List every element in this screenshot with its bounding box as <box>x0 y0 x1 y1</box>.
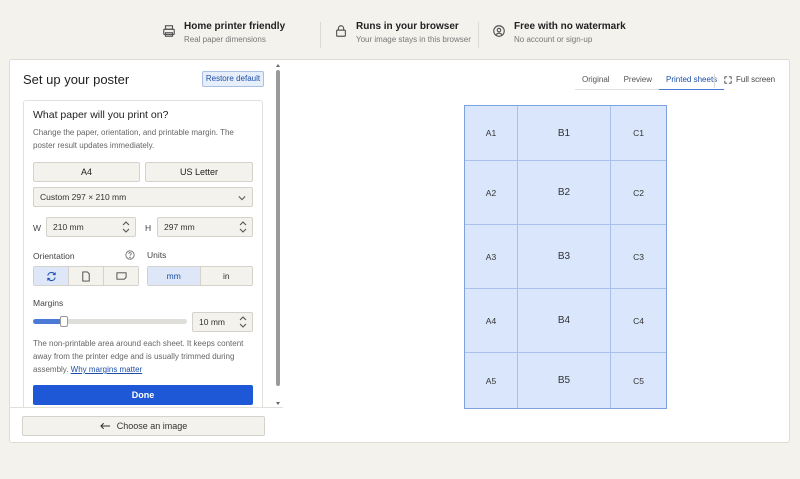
sheet-c1: C1 <box>611 106 666 161</box>
orientation-landscape-button[interactable] <box>104 267 138 285</box>
why-margins-link[interactable]: Why margins matter <box>71 365 143 374</box>
units-label: Units <box>147 250 167 260</box>
panel-scrollbar[interactable] <box>276 64 281 407</box>
margin-note: The non-printable area around each sheet… <box>33 337 255 376</box>
sheet-c5: C5 <box>633 375 644 386</box>
units-mm-button[interactable]: mm <box>148 267 201 285</box>
view-tabs: Original Preview Printed sheets <box>575 72 725 90</box>
tab-original[interactable]: Original <box>575 72 617 90</box>
choose-image-button[interactable]: Choose an image <box>22 416 265 436</box>
tabs-divider <box>714 74 715 88</box>
feature-divider <box>320 22 321 48</box>
paper-size-select[interactable]: Custom 297 × 210 mm <box>33 187 253 207</box>
height-label: H <box>145 223 152 233</box>
help-icon[interactable] <box>125 250 135 260</box>
paper-settings-card: What paper will you print on? Change the… <box>23 100 263 407</box>
feature-subtitle: No account or sign-up <box>514 35 593 44</box>
margin-slider-handle[interactable] <box>59 316 68 327</box>
orientation-toggle <box>33 266 139 286</box>
stepper-icon[interactable] <box>121 220 131 234</box>
arrow-left-icon <box>99 422 110 430</box>
choose-image-label: Choose an image <box>116 421 188 431</box>
chevron-down-icon <box>238 196 246 201</box>
orientation-portrait-button[interactable] <box>69 267 104 285</box>
sheet-b1: B1 <box>518 106 611 161</box>
feature-subtitle: Your image stays in this browser <box>356 35 471 44</box>
sheet-a4: A4 <box>465 289 518 353</box>
feature-title: Runs in your browser <box>356 21 459 32</box>
full-screen-button[interactable]: Full screen <box>724 75 775 84</box>
sheet-b4: B4 <box>518 289 611 353</box>
scroll-up-arrow-icon[interactable] <box>276 64 280 67</box>
stepper-icon[interactable] <box>238 220 248 234</box>
panel-title: Set up your poster <box>23 72 130 87</box>
printed-sheets-grid: A1 B1 C1 A2 B2 C2 A3 B3 C3 A4 B4 C4 A5 B5 C5 <box>464 105 667 409</box>
rotate-icon <box>46 271 56 281</box>
portrait-page-icon <box>82 270 90 282</box>
expand-icon <box>724 75 732 84</box>
sheet-b3: B3 <box>518 225 611 289</box>
tab-preview[interactable]: Preview <box>616 72 660 90</box>
paper-description: Change the paper, orientation, and print… <box>33 128 234 150</box>
main-card: Set up your poster Restore default What … <box>9 59 790 443</box>
margin-input[interactable]: 10 mm <box>192 312 253 332</box>
height-input[interactable]: 297 mm <box>157 217 253 237</box>
sheet-a3: A3 <box>465 225 518 289</box>
feature-title: Home printer friendly <box>184 21 286 32</box>
sheet-c3: C3 <box>611 225 666 289</box>
feature-subtitle: Real paper dimensions <box>184 35 266 44</box>
sheet-a1: A1 <box>465 106 518 161</box>
sheet-c2: C2 <box>611 161 666 225</box>
printer-icon <box>163 25 175 37</box>
scroll-thumb[interactable] <box>276 70 280 386</box>
us-letter-button[interactable]: US Letter <box>145 162 253 182</box>
feature-free: Free with no watermark No account or sig… <box>492 20 626 46</box>
restore-default-button[interactable]: Restore default <box>202 71 264 87</box>
margins-label: Margins <box>33 298 64 308</box>
a4-button[interactable]: A4 <box>33 162 140 182</box>
feature-browser: Runs in your browser Your image stays in… <box>334 20 471 46</box>
landscape-page-icon <box>115 272 127 280</box>
width-input[interactable]: 210 mm <box>46 217 136 237</box>
panel-footer: Choose an image <box>10 407 283 443</box>
width-value: 210 mm <box>53 222 84 232</box>
units-in-button[interactable]: in <box>200 267 252 285</box>
stepper-icon[interactable] <box>238 315 248 329</box>
feature-printer: Home printer friendly Real paper dimensi… <box>162 20 285 46</box>
margin-slider[interactable] <box>33 316 187 327</box>
paper-size-value: Custom 297 × 210 mm <box>40 192 127 202</box>
units-toggle: mm in <box>147 266 253 286</box>
margin-value: 10 mm <box>199 317 225 327</box>
feature-bar: Home printer friendly Real paper dimensi… <box>0 0 800 60</box>
height-value: 297 mm <box>164 222 195 232</box>
orientation-auto-button[interactable] <box>34 267 69 285</box>
scroll-down-arrow-icon[interactable] <box>276 402 280 405</box>
sheet-c4: C4 <box>611 289 666 353</box>
full-screen-label: Full screen <box>736 75 776 84</box>
sheet-a2: A2 <box>465 161 518 225</box>
feature-divider <box>478 22 479 48</box>
feature-title: Free with no watermark <box>514 21 626 32</box>
done-button[interactable]: Done <box>33 385 253 405</box>
sheet-b2: B2 <box>518 161 611 225</box>
paper-question: What paper will you print on? <box>33 109 169 121</box>
settings-panel: Set up your poster Restore default What … <box>10 60 283 407</box>
lock-icon <box>336 25 346 37</box>
sheet-b5: B5 <box>518 353 611 408</box>
user-circle-icon <box>493 25 505 37</box>
orientation-label: Orientation <box>33 251 75 261</box>
sheet-a5: A5 <box>465 353 518 408</box>
width-label: W <box>33 223 42 233</box>
